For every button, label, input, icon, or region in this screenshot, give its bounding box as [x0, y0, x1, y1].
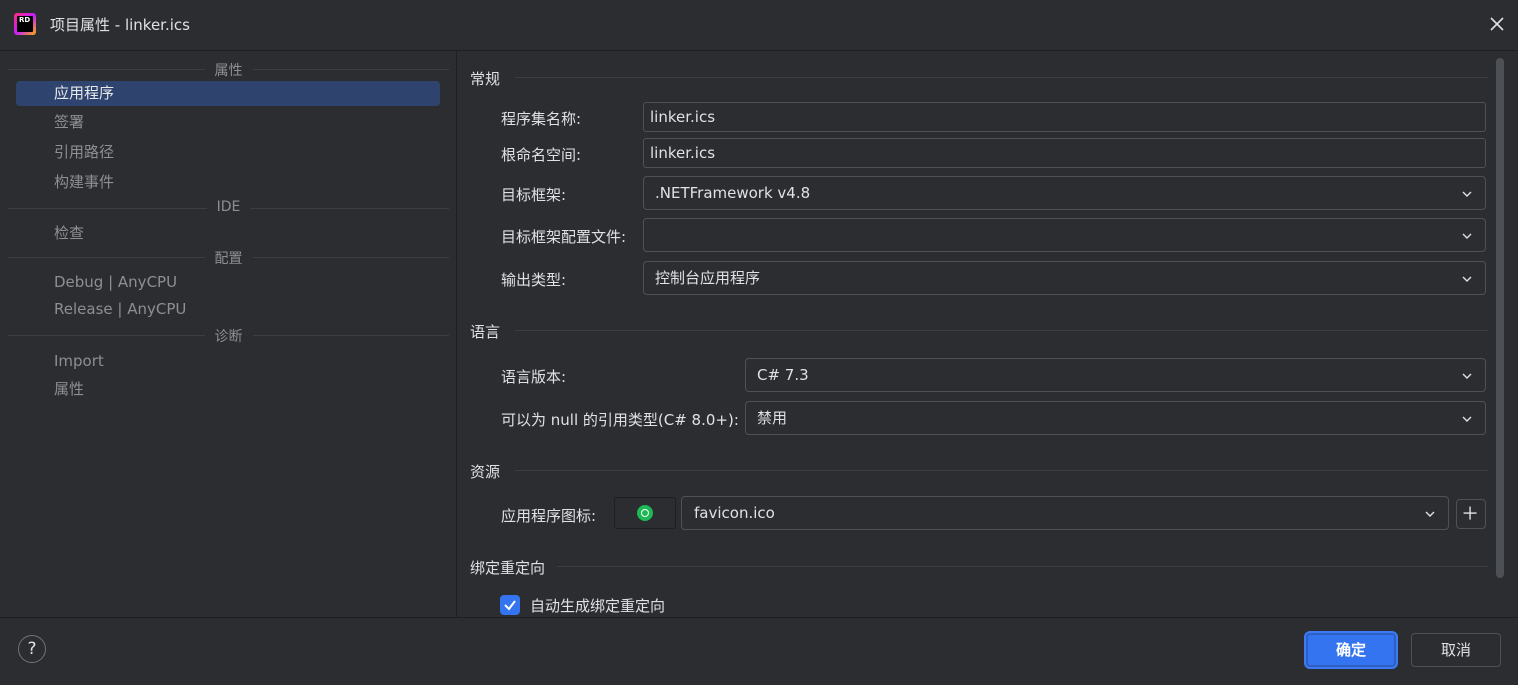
chevron-down-icon	[1425, 511, 1435, 517]
nav-section-title: 诊断	[204, 326, 253, 346]
chevron-down-icon	[1462, 416, 1472, 422]
root-namespace-label: 根命名空间:	[501, 146, 582, 164]
group-divider	[515, 470, 1488, 471]
app-icon-value: favicon.ico	[694, 504, 775, 522]
group-title-general: 常规	[470, 70, 501, 88]
rider-app-icon: RD	[14, 13, 36, 35]
dialog-footer: ? 确定 取消	[0, 617, 1518, 685]
target-framework-value: .NETFramework v4.8	[655, 184, 811, 202]
nav-section-title: 配置	[204, 248, 253, 268]
nullable-reference-types-value: 禁用	[757, 409, 788, 427]
chevron-down-icon	[1462, 276, 1472, 282]
title-bar: RD 项目属性 - linker.ics	[0, 0, 1518, 51]
language-version-label: 语言版本:	[501, 368, 567, 386]
nav-section-configurations: 配置	[8, 247, 449, 268]
group-divider	[515, 77, 1488, 78]
nav-section-title: IDE	[206, 199, 251, 215]
group-title-language: 语言	[470, 323, 501, 341]
nav-item-properties[interactable]: 属性	[16, 377, 440, 402]
chevron-down-icon	[1462, 233, 1472, 239]
cancel-button[interactable]: 取消	[1411, 633, 1501, 667]
nav-item-debug-anycpu[interactable]: Debug | AnyCPU	[16, 270, 440, 295]
auto-generate-binding-redirects-label: 自动生成绑定重定向	[530, 597, 666, 615]
group-divider	[515, 330, 1488, 331]
project-properties-dialog: RD 项目属性 - linker.ics 属性 应用程序 签署 引用路径 构建事…	[0, 0, 1518, 685]
target-framework-config-label: 目标框架配置文件:	[501, 228, 627, 246]
checkmark-icon	[504, 600, 516, 611]
app-icon-text: RD	[17, 16, 33, 32]
language-version-select[interactable]: C# 7.3	[745, 358, 1486, 392]
nullable-reference-types-label: 可以为 null 的引用类型(C# 8.0+):	[501, 411, 739, 429]
nav-item-signing[interactable]: 签署	[16, 110, 440, 135]
nav-section-properties: 属性	[8, 59, 449, 80]
app-icon-preview	[614, 497, 676, 529]
group-title-binding-redirects: 绑定重定向	[470, 559, 546, 577]
close-icon[interactable]	[1486, 13, 1508, 35]
group-title-resources: 资源	[470, 463, 501, 481]
nav-item-inspections[interactable]: 检查	[16, 221, 440, 246]
app-icon-select[interactable]: favicon.ico	[681, 496, 1449, 530]
nav-item-import[interactable]: Import	[16, 349, 440, 374]
chevron-down-icon	[1462, 373, 1472, 379]
vertical-scrollbar[interactable]	[1496, 58, 1504, 578]
nav-section-title: 属性	[204, 60, 253, 80]
output-type-select[interactable]: 控制台应用程序	[643, 261, 1486, 295]
nullable-reference-types-select[interactable]: 禁用	[745, 401, 1486, 435]
chevron-down-icon	[1462, 191, 1472, 197]
nav-section-diagnostics: 诊断	[8, 325, 449, 346]
output-type-label: 输出类型:	[501, 271, 567, 289]
assembly-name-input[interactable]: linker.ics	[643, 102, 1486, 132]
language-version-value: C# 7.3	[757, 366, 809, 384]
app-icon-label: 应用程序图标:	[501, 507, 597, 525]
ok-button[interactable]: 确定	[1306, 633, 1396, 667]
nav-section-ide: IDE	[8, 198, 449, 218]
nav-item-build-events[interactable]: 构建事件	[16, 170, 440, 195]
nav-item-release-anycpu[interactable]: Release | AnyCPU	[16, 297, 440, 322]
target-framework-label: 目标框架:	[501, 186, 567, 204]
plus-icon	[1463, 506, 1477, 520]
root-namespace-input[interactable]: linker.ics	[643, 138, 1486, 168]
group-divider	[557, 566, 1488, 567]
nav-item-reference-paths[interactable]: 引用路径	[16, 140, 440, 165]
target-framework-select[interactable]: .NETFramework v4.8	[643, 176, 1486, 210]
favicon-icon	[637, 505, 653, 521]
nav-item-application[interactable]: 应用程序	[16, 81, 440, 106]
add-icon-button[interactable]	[1456, 499, 1486, 529]
settings-nav: 属性 应用程序 签署 引用路径 构建事件 IDE 检查 配置 Debug | A…	[0, 51, 457, 617]
help-button[interactable]: ?	[18, 635, 46, 663]
settings-content: 常规 程序集名称: linker.ics 根命名空间: linker.ics 目…	[457, 51, 1518, 617]
window-title: 项目属性 - linker.ics	[50, 16, 190, 34]
target-framework-config-select[interactable]	[643, 218, 1486, 252]
auto-generate-binding-redirects-checkbox[interactable]	[500, 595, 520, 615]
assembly-name-label: 程序集名称:	[501, 110, 582, 128]
output-type-value: 控制台应用程序	[655, 269, 761, 287]
